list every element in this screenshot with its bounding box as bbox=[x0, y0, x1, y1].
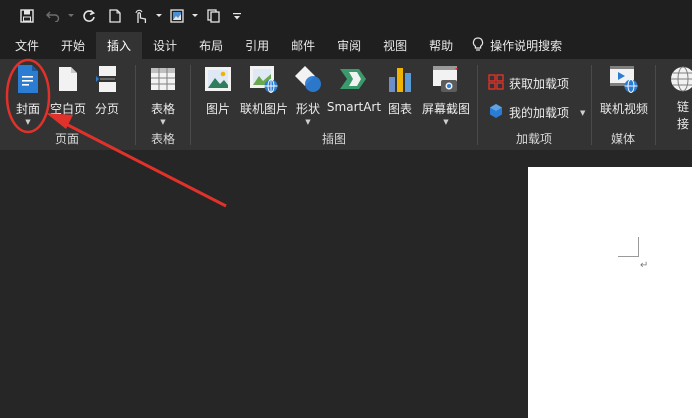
online-video-icon bbox=[607, 63, 641, 95]
chevron-down-icon[interactable]: ▼ bbox=[580, 109, 585, 117]
group-addins-label: 加载项 bbox=[515, 132, 552, 146]
touch-mode-dropdown-icon[interactable] bbox=[154, 3, 164, 29]
save-icon[interactable] bbox=[14, 3, 40, 29]
tab-view[interactable]: 视图 bbox=[372, 32, 418, 59]
tell-me-search[interactable]: 操作说明搜索 bbox=[464, 32, 573, 59]
cover-page-icon bbox=[11, 63, 45, 95]
lightbulb-icon bbox=[472, 36, 484, 55]
my-addins-label: 我的加载项 bbox=[509, 106, 570, 120]
tab-insert[interactable]: 插入 bbox=[96, 32, 143, 59]
tab-layout[interactable]: 布局 bbox=[188, 32, 234, 59]
tab-references[interactable]: 引用 bbox=[234, 32, 280, 59]
group-table-label: 表格 bbox=[150, 132, 175, 146]
my-addins-icon bbox=[488, 103, 504, 122]
tab-review[interactable]: 审阅 bbox=[326, 32, 372, 59]
get-addins-label: 获取加载项 bbox=[509, 77, 570, 91]
table-button[interactable]: 表格 ▼ bbox=[144, 63, 182, 126]
tab-help[interactable]: 帮助 bbox=[418, 32, 464, 59]
group-addins: 获取加载项 我的加载项 ▼ 加载项 bbox=[478, 59, 590, 150]
shapes-label: 形状 bbox=[295, 102, 320, 116]
store-icon bbox=[488, 74, 504, 93]
tell-me-label: 操作说明搜索 bbox=[490, 39, 563, 53]
undo-icon[interactable] bbox=[40, 3, 66, 29]
customize-toolbar-icon[interactable] bbox=[232, 3, 242, 29]
picture-label: 图片 bbox=[205, 102, 230, 116]
undo-dropdown-icon[interactable] bbox=[66, 3, 76, 29]
new-document-icon[interactable] bbox=[102, 3, 128, 29]
tab-file[interactable]: 文件 bbox=[4, 32, 50, 59]
redo-icon[interactable] bbox=[76, 3, 102, 29]
screenshot-label: 屏幕截图 bbox=[421, 102, 470, 116]
online-video-button[interactable]: 联机视频 bbox=[598, 63, 650, 117]
get-addins-button[interactable]: 获取加载项 bbox=[488, 74, 569, 93]
online-picture-icon bbox=[247, 63, 281, 95]
chevron-down-icon: ▼ bbox=[160, 118, 166, 126]
group-pages-label: 页面 bbox=[54, 132, 79, 146]
page-break-icon bbox=[90, 63, 124, 95]
links-label-bottom: 接 bbox=[676, 117, 689, 131]
shapes-icon bbox=[291, 63, 325, 95]
my-addins-button[interactable]: 我的加载项 ▼ bbox=[488, 103, 585, 122]
copy-pages-icon[interactable] bbox=[200, 3, 226, 29]
table-icon bbox=[146, 63, 180, 95]
table-label: 表格 bbox=[150, 102, 175, 116]
picture-icon bbox=[201, 63, 235, 95]
group-media: 联机视频 媒体 bbox=[592, 59, 654, 150]
quick-access-toolbar bbox=[0, 0, 692, 32]
blank-page-button[interactable]: 空白页 bbox=[48, 63, 88, 117]
blank-page-label: 空白页 bbox=[49, 102, 86, 116]
online-picture-label: 联机图片 bbox=[239, 102, 288, 116]
ribbon-panel: 封面 ▼ 空白页 分页 页面 表格 ▼ 表格 图片 联机图片 形状 ▼ Smar… bbox=[0, 59, 692, 150]
shapes-button[interactable]: 形状 ▼ bbox=[291, 63, 325, 126]
group-media-label: 媒体 bbox=[610, 132, 635, 146]
picture-dropdown-icon[interactable] bbox=[190, 3, 200, 29]
smartart-label: SmartArt bbox=[326, 100, 382, 114]
group-table: 表格 ▼ 表格 bbox=[136, 59, 190, 150]
margin-corner-mark bbox=[618, 256, 639, 257]
links-label-top: 链 bbox=[676, 100, 689, 114]
margin-corner-mark bbox=[638, 237, 639, 257]
smartart-button[interactable]: SmartArt bbox=[327, 63, 381, 114]
document-canvas[interactable]: ↵ bbox=[0, 150, 692, 418]
paragraph-mark-icon: ↵ bbox=[640, 260, 649, 271]
page-break-label: 分页 bbox=[94, 102, 119, 116]
chevron-down-icon: ▼ bbox=[305, 118, 311, 126]
group-links: 链 接 bbox=[656, 59, 692, 150]
globe-link-icon bbox=[666, 63, 692, 95]
cover-page-button[interactable]: 封面 ▼ bbox=[10, 63, 46, 126]
tab-design[interactable]: 设计 bbox=[142, 32, 188, 59]
tab-home[interactable]: 开始 bbox=[50, 32, 96, 59]
online-picture-button[interactable]: 联机图片 bbox=[239, 63, 289, 117]
touch-mode-icon[interactable] bbox=[128, 3, 154, 29]
group-pages: 封面 ▼ 空白页 分页 页面 bbox=[0, 59, 134, 150]
online-video-label: 联机视频 bbox=[599, 102, 648, 116]
chevron-down-icon: ▼ bbox=[25, 118, 31, 126]
document-page[interactable]: ↵ bbox=[528, 167, 692, 418]
chart-label: 图表 bbox=[387, 102, 412, 116]
ribbon-tabs: 文件 开始 插入 设计 布局 引用 邮件 审阅 视图 帮助 操作说明搜索 bbox=[0, 32, 692, 59]
picture-button[interactable]: 图片 bbox=[201, 63, 235, 117]
chart-icon bbox=[383, 63, 417, 95]
cover-page-label: 封面 bbox=[15, 102, 40, 116]
smartart-icon bbox=[337, 63, 371, 95]
picture-quick-icon[interactable] bbox=[164, 3, 190, 29]
links-button[interactable]: 链 接 bbox=[668, 63, 692, 132]
tab-mailings[interactable]: 邮件 bbox=[280, 32, 326, 59]
screenshot-button[interactable]: 屏幕截图 ▼ bbox=[419, 63, 473, 126]
group-illustrations: 图片 联机图片 形状 ▼ SmartArt 图表 屏幕截图 ▼ 插图 bbox=[191, 59, 477, 150]
chart-button[interactable]: 图表 bbox=[383, 63, 417, 117]
page-break-button[interactable]: 分页 bbox=[90, 63, 124, 117]
chevron-down-icon: ▼ bbox=[443, 118, 449, 126]
screenshot-icon bbox=[429, 63, 463, 95]
blank-page-icon bbox=[51, 63, 85, 95]
group-illustrations-label: 插图 bbox=[321, 132, 346, 146]
